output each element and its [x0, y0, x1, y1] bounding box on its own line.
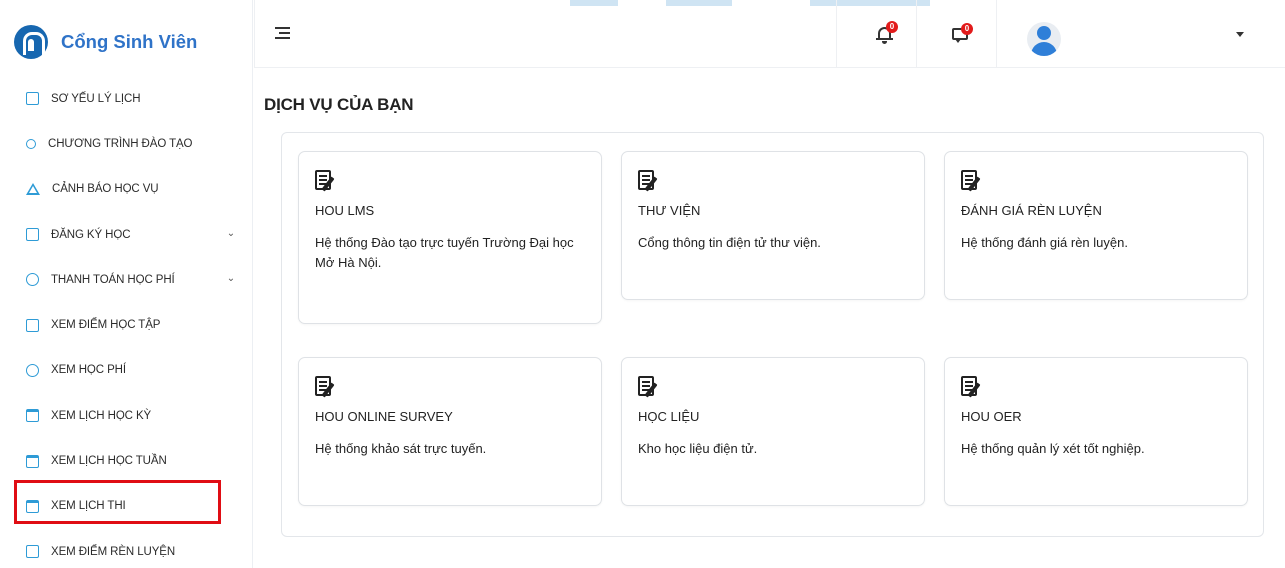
card-title: HỌC LIỆU — [638, 409, 700, 424]
card-title: HOU ONLINE SURVEY — [315, 409, 453, 424]
divider — [996, 0, 997, 68]
document-edit-icon — [638, 376, 660, 398]
card-title: THƯ VIỆN — [638, 203, 701, 218]
message-badge: 0 — [961, 23, 973, 35]
service-card-hou-online-survey[interactable]: HOU ONLINE SURVEY Hệ thống khảo sát trực… — [298, 357, 602, 506]
highlight-box — [14, 480, 221, 524]
menu-toggle-icon[interactable] — [275, 27, 290, 39]
card-title: HOU LMS — [315, 203, 375, 218]
service-card-thu-vien[interactable]: THƯ VIỆN Cổng thông tin điện tử thư viện… — [621, 151, 925, 300]
service-card-danh-gia-ren-luyen[interactable]: ĐÁNH GIÁ RÈN LUYỆN Hệ thống đánh giá rèn… — [944, 151, 1248, 300]
sidebar-item-dang-ky-hoc[interactable]: ĐĂNG KÝ HỌC ⌄ — [0, 212, 253, 257]
sidebar-item-label: XEM ĐIỂM RÈN LUYỆN — [51, 545, 176, 558]
sidebar-item-label: XEM HỌC PHÍ — [51, 364, 126, 377]
sidebar-item-label: XEM ĐIỂM HỌC TẬP — [51, 319, 161, 332]
fee-icon — [26, 363, 39, 377]
chevron-down-icon[interactable]: ⌄ — [227, 273, 235, 284]
sidebar: Cổng Sinh Viên SƠ YẾU LÝ LỊCH CHƯƠNG TRÌ… — [0, 0, 253, 568]
calendar-icon — [26, 454, 39, 468]
document-edit-icon — [961, 376, 983, 398]
program-icon — [26, 138, 36, 149]
document-edit-icon — [315, 376, 337, 398]
card-title: HOU OER — [961, 409, 1022, 424]
payment-icon — [26, 273, 39, 287]
message-icon[interactable]: 0 — [952, 23, 973, 43]
university-logo-icon — [14, 25, 48, 59]
notification-badge: 0 — [886, 21, 898, 33]
app: Cổng Sinh Viên SƠ YẾU LÝ LỊCH CHƯƠNG TRÌ… — [0, 0, 1285, 568]
page-title: DỊCH VỤ CỦA BẠN — [264, 95, 414, 114]
sidebar-item-so-yeu-ly-lich[interactable]: SƠ YẾU LÝ LỊCH — [0, 76, 253, 121]
user-menu-caret-icon[interactable] — [1236, 32, 1244, 37]
document-edit-icon — [961, 170, 983, 192]
sidebar-item-label: THANH TOÁN HỌC PHÍ — [51, 273, 175, 286]
divider — [916, 0, 917, 68]
service-card-hou-oer[interactable]: HOU OER Hệ thống quản lý xét tốt nghiệp. — [944, 357, 1248, 506]
card-description: Kho học liệu điện tử. — [638, 441, 758, 456]
top-header: 0 0 — [254, 0, 1285, 68]
sidebar-item-thanh-toan-hoc-phi[interactable]: THANH TOÁN HỌC PHÍ ⌄ — [0, 257, 253, 302]
card-description: Cổng thông tin điện tử thư viện. — [638, 235, 821, 250]
card-description: Hệ thống quản lý xét tốt nghiệp. — [961, 441, 1145, 456]
chevron-down-icon[interactable]: ⌄ — [227, 228, 235, 239]
card-title: ĐÁNH GIÁ RÈN LUYỆN — [961, 203, 1102, 218]
divider — [836, 0, 837, 68]
document-edit-icon — [315, 170, 337, 192]
sidebar-item-xem-diem-hoc-tap[interactable]: XEM ĐIỂM HỌC TẬP — [0, 302, 253, 347]
card-description: Hệ thống khảo sát trực tuyến. — [315, 441, 487, 456]
service-card-hou-lms[interactable]: HOU LMS Hệ thống Đào tạo trực tuyến Trườ… — [298, 151, 602, 324]
sidebar-item-label: ĐĂNG KÝ HỌC — [51, 228, 131, 241]
brand[interactable]: Cổng Sinh Viên — [14, 24, 197, 60]
sidebar-item-xem-hoc-phi[interactable]: XEM HỌC PHÍ — [0, 348, 253, 393]
sidebar-item-xem-diem-ren-luyen[interactable]: XEM ĐIỂM RÈN LUYỆN — [0, 529, 253, 568]
services-panel: HOU LMS Hệ thống Đào tạo trực tuyến Trườ… — [281, 132, 1264, 537]
document-edit-icon — [638, 170, 660, 192]
calendar-icon — [26, 409, 39, 423]
notification-bell-icon[interactable]: 0 — [876, 21, 898, 44]
divider — [254, 0, 255, 68]
warning-icon — [26, 183, 40, 196]
card-description: Hệ thống Đào tạo trực tuyến Trường Đại h… — [315, 235, 574, 270]
sidebar-item-xem-lich-hoc-ky[interactable]: XEM LỊCH HỌC KỲ — [0, 393, 253, 438]
sidebar-item-label: CẢNH BÁO HỌC VỤ — [52, 183, 159, 196]
sidebar-item-chuong-trinh-dao-tao[interactable]: CHƯƠNG TRÌNH ĐÀO TẠO — [0, 121, 253, 166]
brand-name: Cổng Sinh Viên — [61, 31, 198, 52]
edit-icon — [26, 228, 39, 242]
sidebar-item-label: CHƯƠNG TRÌNH ĐÀO TẠO — [48, 137, 193, 150]
service-card-hoc-lieu[interactable]: HỌC LIỆU Kho học liệu điện tử. — [621, 357, 925, 506]
sidebar-item-xem-lich-hoc-tuan[interactable]: XEM LỊCH HỌC TUẦN — [0, 438, 253, 483]
sidebar-item-label: SƠ YẾU LÝ LỊCH — [51, 92, 141, 105]
grade-icon — [26, 545, 39, 559]
sidebar-item-canh-bao-hoc-vu[interactable]: CẢNH BÁO HỌC VỤ — [0, 167, 253, 212]
card-description: Hệ thống đánh giá rèn luyện. — [961, 235, 1128, 250]
profile-icon — [26, 92, 39, 106]
grade-icon — [26, 318, 39, 332]
avatar[interactable] — [1027, 22, 1061, 56]
sidebar-item-label: XEM LỊCH HỌC KỲ — [51, 409, 152, 422]
sidebar-item-label: XEM LỊCH HỌC TUẦN — [51, 455, 167, 468]
